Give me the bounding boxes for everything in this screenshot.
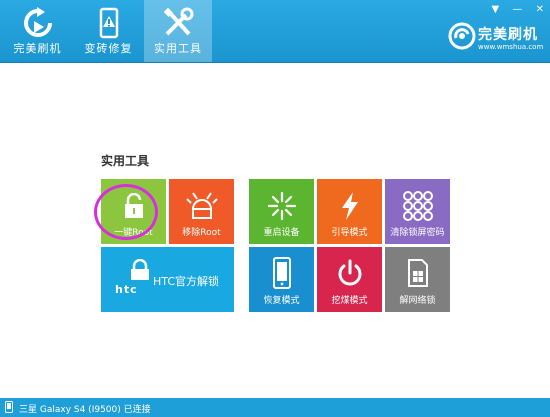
connection-status: 三星 Galaxy S4 (I9500) 已连接 (19, 405, 151, 415)
minimize-icon[interactable]: — (512, 4, 522, 15)
tile-label: 清除锁屏密码 (390, 228, 445, 238)
brand-logo-icon (448, 22, 476, 50)
section-title: 实用工具 (101, 154, 150, 168)
phone-icon (272, 257, 291, 289)
sim-card-icon (407, 259, 428, 287)
bootloader-mode-tile[interactable]: 引导模式 (317, 179, 382, 244)
close-icon[interactable]: ✕ (536, 4, 544, 15)
brand-name: 完美刷机 (478, 27, 538, 43)
brand: 完美刷机 www.wmshua.com (448, 22, 548, 58)
tile-label: 移除Root (182, 228, 221, 238)
lock-icon (131, 259, 149, 280)
tile-label: 引导模式 (331, 228, 368, 238)
recovery-mode-tile[interactable]: 恢复模式 (249, 247, 314, 312)
android-remove-icon (185, 192, 218, 219)
htc-official-unlock-tile[interactable]: htc HTC官方解锁 (101, 247, 234, 312)
tab-brick-repair[interactable]: 变砖修复 (75, 0, 142, 62)
menu-dropdown-icon[interactable]: ▼ (492, 4, 500, 15)
reboot-device-tile[interactable]: 重启设备 (249, 179, 314, 244)
htc-logo: htc (115, 283, 138, 296)
dig-mode-tile[interactable]: 挖煤模式 (317, 247, 382, 312)
lightning-icon (341, 192, 358, 220)
tile-label: 重启设备 (263, 228, 300, 238)
tile-label: 挖煤模式 (331, 296, 368, 306)
remove-root-tile[interactable]: 移除Root (169, 179, 234, 244)
tile-label: 解网络锁 (399, 296, 436, 306)
window-controls: ▼ — ✕ (482, 4, 544, 15)
tile-label: HTC官方解锁 (153, 275, 220, 288)
phone-icon (5, 401, 13, 413)
tab-label: 实用工具 (154, 42, 202, 55)
tab-label: 变砖修复 (84, 42, 133, 55)
tab-perfect-flash[interactable]: 完美刷机 (4, 0, 71, 62)
phone-warning-icon (99, 7, 118, 39)
top-toolbar: 完美刷机 变砖修复 实用工具 ▼ — ✕ 完美刷机 www.wmshua.com (0, 0, 550, 63)
brand-url: www.wmshua.com (478, 43, 544, 51)
status-bar: 三星 Galaxy S4 (I9500) 已连接 (0, 398, 550, 417)
refresh-arrow-icon (23, 7, 52, 37)
highlight-circle (94, 184, 158, 240)
clear-lock-password-tile[interactable]: 清除锁屏密码 (385, 179, 450, 244)
tools-icon (163, 7, 194, 36)
tile-label: 恢复模式 (263, 296, 300, 306)
burst-icon (267, 191, 296, 221)
power-icon (338, 259, 361, 286)
tab-label: 完美刷机 (13, 42, 62, 55)
network-unlock-tile[interactable]: 解网络锁 (385, 247, 450, 312)
pattern-lock-icon (402, 191, 433, 221)
tab-utility-tools[interactable]: 实用工具 (144, 0, 212, 62)
